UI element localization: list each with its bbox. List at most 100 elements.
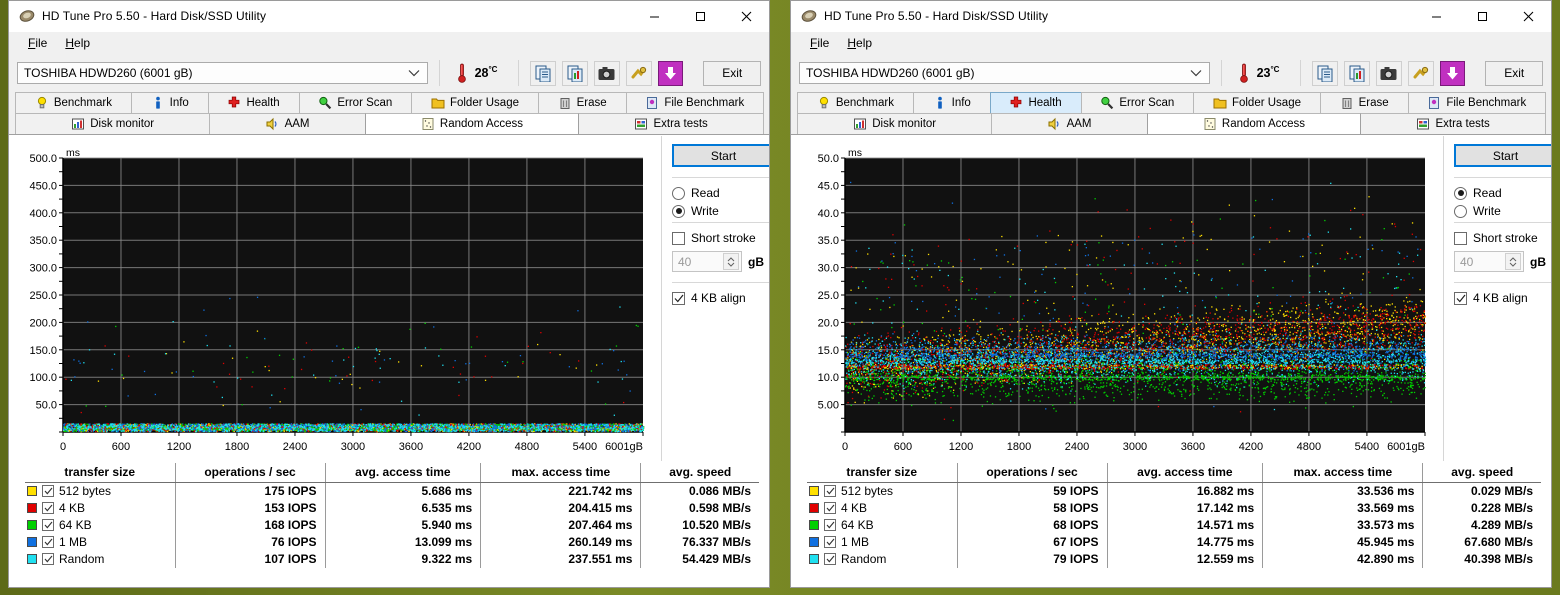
tab-folder-usage[interactable]: Folder Usage xyxy=(411,92,539,113)
series-avg-speed: 67.680 MB/s xyxy=(1422,533,1541,551)
series-legend-cell[interactable]: 64 KB xyxy=(807,517,957,534)
settings-button[interactable] xyxy=(625,60,652,86)
radio-write[interactable]: Write xyxy=(1454,202,1551,220)
save-button[interactable] xyxy=(1439,60,1466,86)
tab-benchmark[interactable]: Benchmark xyxy=(797,92,914,113)
copy-button[interactable] xyxy=(530,60,557,86)
column-header: avg. speed xyxy=(1422,463,1541,483)
series-legend-cell[interactable]: 512 bytes xyxy=(25,483,175,500)
drive-select[interactable]: TOSHIBA HDWD260 (6001 gB) xyxy=(17,62,428,84)
tab-erase[interactable]: Erase xyxy=(537,92,627,113)
series-legend-cell[interactable]: 1 MB xyxy=(25,534,175,551)
menu-file[interactable]: File xyxy=(19,34,56,52)
close-button[interactable] xyxy=(1505,1,1551,32)
stepper-arrows[interactable] xyxy=(1505,253,1521,270)
tab-extra-tests[interactable]: Extra tests xyxy=(1360,113,1547,134)
exit-button[interactable]: Exit xyxy=(703,60,761,86)
toolbar-divider-2 xyxy=(518,60,520,86)
menu-help[interactable]: Help xyxy=(56,34,99,52)
maximize-button[interactable] xyxy=(1459,1,1505,32)
maximize-button[interactable] xyxy=(677,1,723,32)
tab-benchmark[interactable]: Benchmark xyxy=(15,92,132,113)
checkbox-4kb-align[interactable]: 4 KB align xyxy=(672,289,769,307)
radio-read[interactable]: Read xyxy=(1454,184,1551,202)
checkbox-4kb-align[interactable]: 4 KB align xyxy=(1454,289,1551,307)
drive-select-value: TOSHIBA HDWD260 (6001 gB) xyxy=(806,66,975,80)
series-legend-cell[interactable]: Random xyxy=(807,551,957,568)
tab-info[interactable]: Info xyxy=(912,92,991,113)
column-header: operations / sec xyxy=(174,463,326,483)
tab-random-access[interactable]: Random Access xyxy=(1146,113,1362,134)
tab-folder-usage[interactable]: Folder Usage xyxy=(1193,92,1321,113)
menu-file[interactable]: File xyxy=(801,34,838,52)
start-button[interactable]: Start xyxy=(1454,144,1551,167)
start-button[interactable]: Start xyxy=(672,144,769,167)
series-checkbox[interactable] xyxy=(824,502,836,514)
svg-text:0: 0 xyxy=(60,441,66,453)
tab-info[interactable]: Info xyxy=(130,92,209,113)
tab-disk-monitor[interactable]: Disk monitor xyxy=(15,113,211,134)
settings-button[interactable] xyxy=(1407,60,1434,86)
series-color-swatch xyxy=(809,520,819,530)
series-checkbox[interactable] xyxy=(824,485,836,498)
drive-select[interactable]: TOSHIBA HDWD260 (6001 gB) xyxy=(799,62,1210,84)
tab-health[interactable]: Health xyxy=(207,92,300,113)
magnifier-icon xyxy=(1101,96,1114,110)
radio-write[interactable]: Write xyxy=(672,202,769,220)
tab-aam[interactable]: AAM xyxy=(991,113,1148,134)
series-checkbox[interactable] xyxy=(42,536,54,548)
screenshot-button[interactable] xyxy=(594,60,620,86)
file-icon xyxy=(647,97,658,109)
series-legend-cell[interactable]: 4 KB xyxy=(25,500,175,517)
copy-graph-button[interactable] xyxy=(562,60,589,86)
short-stroke-stepper[interactable]: 40 xyxy=(672,251,742,272)
chart-icon xyxy=(854,118,867,130)
svg-text:500.0: 500.0 xyxy=(29,153,57,165)
series-max-access: 33.569 ms xyxy=(1262,499,1423,517)
series-checkbox[interactable] xyxy=(42,519,54,531)
series-legend-cell[interactable]: 4 KB xyxy=(807,500,957,517)
series-legend-cell[interactable]: 64 KB xyxy=(25,517,175,534)
copy-graph-button[interactable] xyxy=(1344,60,1371,86)
screenshot-button[interactable] xyxy=(1376,60,1402,86)
tab-extra-tests[interactable]: Extra tests xyxy=(578,113,765,134)
series-checkbox[interactable] xyxy=(824,553,836,565)
exit-button[interactable]: Exit xyxy=(1485,60,1543,86)
info-icon xyxy=(937,96,942,109)
series-avg-speed: 54.429 MB/s xyxy=(640,550,759,568)
temperature-display: 28°C xyxy=(451,62,508,84)
tab-health[interactable]: Health xyxy=(989,92,1082,113)
hard-disk-icon xyxy=(801,10,817,22)
table-row: 4 KB 153 IOPS 6.535 ms 204.415 ms 0.598 MB/s xyxy=(25,499,759,517)
series-legend-cell[interactable]: 1 MB xyxy=(807,534,957,551)
minimize-button[interactable] xyxy=(1413,1,1459,32)
tab-erase[interactable]: Erase xyxy=(1319,92,1409,113)
tab-file-benchmark[interactable]: File Benchmark xyxy=(1407,92,1547,113)
thermometer-icon xyxy=(457,63,466,83)
minimize-button[interactable] xyxy=(631,1,677,32)
short-stroke-stepper[interactable]: 40 xyxy=(1454,251,1524,272)
save-button[interactable] xyxy=(657,60,684,86)
series-checkbox[interactable] xyxy=(824,519,836,531)
tab-error-scan[interactable]: Error Scan xyxy=(1080,92,1195,113)
series-legend-cell[interactable]: Random xyxy=(25,551,175,568)
copy-button[interactable] xyxy=(1312,60,1339,86)
close-button[interactable] xyxy=(723,1,769,32)
series-legend-cell[interactable]: 512 bytes xyxy=(807,483,957,500)
series-checkbox[interactable] xyxy=(42,485,54,498)
folder-icon xyxy=(1213,98,1227,109)
tab-random-access[interactable]: Random Access xyxy=(364,113,580,134)
series-checkbox[interactable] xyxy=(42,502,54,514)
tab-error-scan[interactable]: Error Scan xyxy=(298,92,413,113)
checkbox-short-stroke[interactable]: Short stroke xyxy=(1454,229,1551,247)
stepper-arrows[interactable] xyxy=(723,253,739,270)
series-checkbox[interactable] xyxy=(42,553,54,565)
checkbox-short-stroke[interactable]: Short stroke xyxy=(672,229,769,247)
tab-aam[interactable]: AAM xyxy=(209,113,366,134)
radio-read[interactable]: Read xyxy=(672,184,769,202)
series-checkbox[interactable] xyxy=(824,536,836,548)
series-color-swatch xyxy=(27,537,37,547)
menu-help[interactable]: Help xyxy=(838,34,881,52)
tab-file-benchmark[interactable]: File Benchmark xyxy=(625,92,765,113)
tab-disk-monitor[interactable]: Disk monitor xyxy=(797,113,993,134)
